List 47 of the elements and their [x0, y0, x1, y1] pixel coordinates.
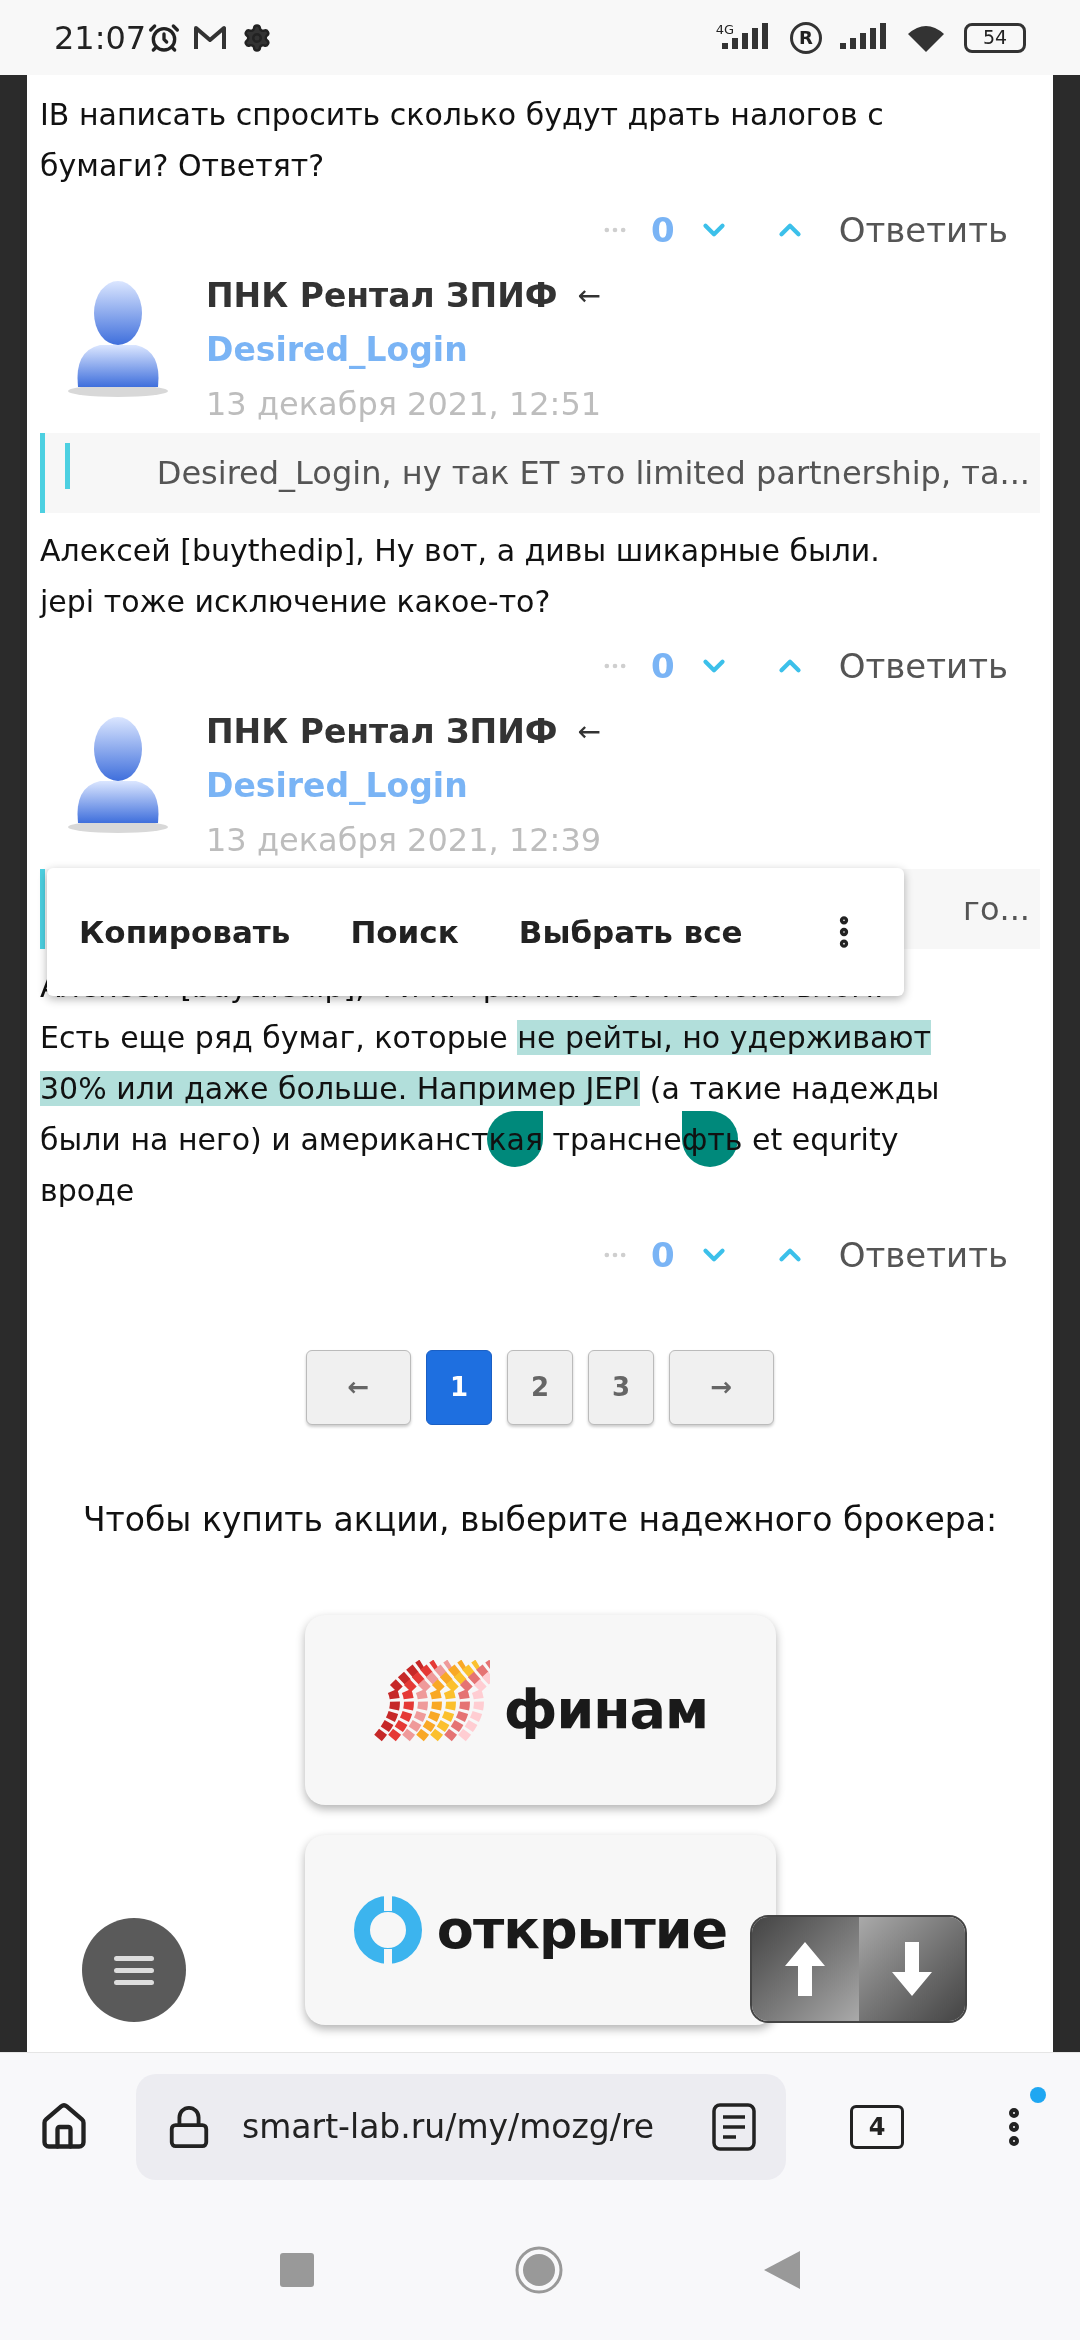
reply-arrow[interactable]: ←	[577, 705, 601, 759]
comment-date: 13 декабря 2021, 12:39	[206, 820, 602, 861]
comment-date: 13 декабря 2021, 12:51	[206, 384, 602, 425]
author-name[interactable]: ПНК Рентал ЗПИФ	[206, 705, 558, 759]
page-button[interactable]: 2	[507, 1350, 573, 1425]
page-button[interactable]: ←	[306, 1350, 411, 1425]
vote-score: 0	[651, 1233, 675, 1277]
scroll-down-button[interactable]	[858, 1917, 965, 2021]
comment-text: IB написать спросить сколько будут драть налогов с бумаги? Ответят?	[40, 96, 885, 185]
network-type: 4G	[715, 22, 734, 36]
menu-item[interactable]: Поиск	[350, 908, 459, 956]
url-text: smart-lab.ru/my/mozg/re	[242, 2105, 655, 2148]
menu-item[interactable]: Копировать	[79, 908, 291, 956]
scroll-up-button[interactable]	[752, 1917, 859, 2021]
broker-name: открытие	[436, 1897, 728, 1963]
broker-card[interactable]: открытие	[304, 1834, 776, 2025]
vote-score: 0	[651, 208, 675, 252]
page-button[interactable]: 1	[426, 1350, 492, 1425]
broker-card[interactable]: финам	[304, 1614, 776, 1805]
comment-text: Алексей [buythedip], Ну вот, а дивы шикарные были. jepi тоже исключение какое-то?	[40, 532, 881, 621]
back-icon[interactable]	[764, 2251, 800, 2289]
vote-score: 0	[651, 644, 675, 688]
home-circle-icon[interactable]	[514, 2245, 564, 2295]
alarm-icon	[148, 21, 181, 54]
menu-item[interactable]: Выбрать все	[518, 908, 743, 956]
quote-text: го...	[963, 889, 1031, 930]
reader-icon[interactable]	[712, 2102, 756, 2151]
broker-prompt: Чтобы купить акции, выберите надежного брокера:	[81, 1499, 999, 1541]
reply-link[interactable]: Ответить	[838, 204, 1008, 256]
arrow-down-icon	[891, 1942, 932, 1996]
reply-link[interactable]: Ответить	[838, 1229, 1008, 1281]
author-name[interactable]: ПНК Рентал ЗПИФ	[206, 269, 558, 323]
page-button[interactable]: 3	[588, 1350, 654, 1425]
logo-icon	[352, 1894, 423, 1965]
broker-name: финам	[503, 1677, 709, 1743]
menu-icon	[114, 1954, 154, 1986]
reply-link[interactable]: Ответить	[838, 640, 1008, 692]
address-bar[interactable]: smart-lab.ru/my/mozg/re	[136, 2073, 786, 2180]
battery-indicator: 54	[964, 22, 1026, 53]
settings-icon	[242, 22, 273, 53]
tab-count[interactable]: 4	[850, 2104, 904, 2149]
arrow-up-icon	[785, 1942, 826, 1996]
reply-arrow[interactable]: ←	[577, 269, 601, 323]
roaming-indicator: R	[790, 21, 822, 54]
clock: 21:07	[54, 17, 147, 59]
quote-text: Desired_Login, ну так ET это limited partnership, та...	[156, 453, 1031, 494]
page-button[interactable]: →	[669, 1350, 774, 1425]
